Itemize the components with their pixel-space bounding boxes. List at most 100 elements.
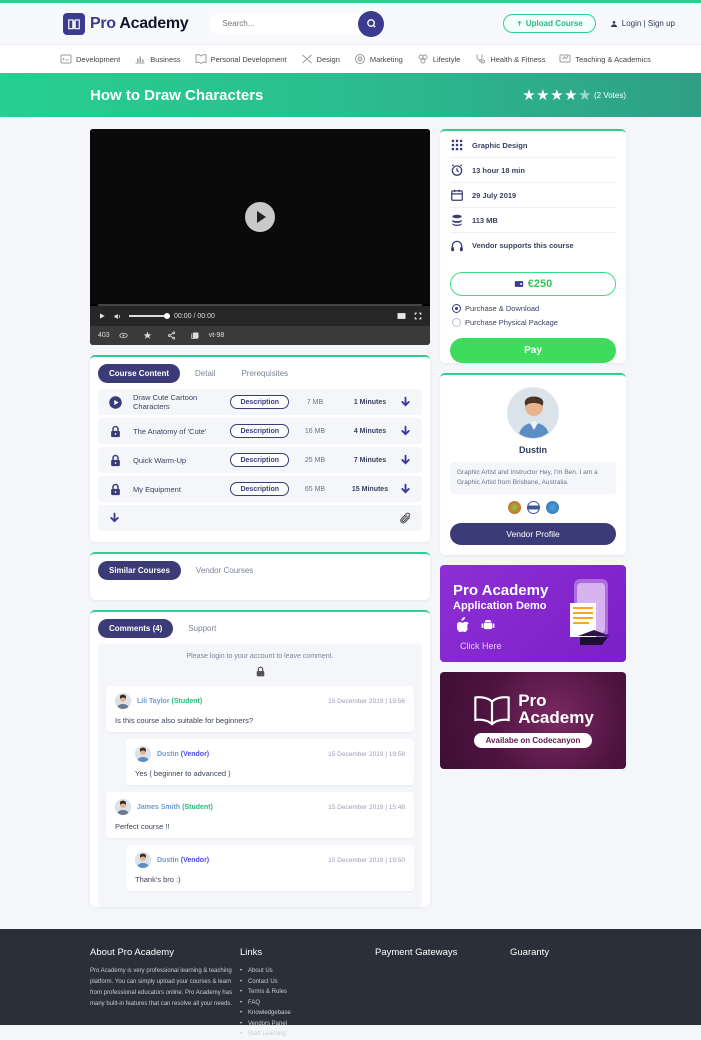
avatar	[135, 852, 151, 868]
tab-prerequisites[interactable]: Prerequisites	[230, 364, 299, 383]
radio-button[interactable]	[452, 318, 461, 327]
comment-author[interactable]: Dustin (Vendor)	[157, 751, 209, 758]
codecanyon-banner[interactable]: Pro Academy Availabe on Codecanyon	[440, 672, 626, 770]
footer-heading: Guaranty	[510, 947, 550, 958]
nav-item-lifestyle[interactable]: Lifestyle	[417, 53, 460, 65]
download-arrow-icon[interactable]	[108, 512, 121, 525]
table-row[interactable]: Quick Warm-Up Description 25 MB 7 Minute…	[98, 447, 422, 473]
course-info-card: Graphic Design 13 hour 18 min 29 July 20…	[440, 129, 626, 363]
nav-item-label: Business	[150, 54, 181, 64]
vendor-profile-button[interactable]: Vendor Profile	[450, 523, 616, 546]
course-title-bar: How to Draw Characters ★★★★★ (2 Votes)	[0, 73, 701, 117]
search-input[interactable]	[210, 12, 381, 35]
wallet-icon	[514, 281, 523, 287]
globe-icon[interactable]	[545, 501, 559, 515]
video-player[interactable]: 00:00 / 00:00 403 vt-98	[90, 129, 430, 345]
tab-label: Prerequisites	[241, 369, 289, 378]
app-demo-banner[interactable]: Pro Academy Application Demo Click Here	[440, 565, 626, 663]
footer-heading: About Pro Academy	[90, 947, 174, 958]
comment-author[interactable]: Dustin (Vendor)	[157, 857, 209, 864]
footer-link[interactable]: Knowledgebase	[240, 1008, 375, 1019]
footer-link[interactable]: Contact Us	[240, 977, 375, 988]
nav-item-marketing[interactable]: Marketing	[354, 53, 403, 65]
bar-chart-icon	[135, 56, 145, 64]
nav-item-design[interactable]: Design	[301, 53, 340, 65]
favorite-star-icon[interactable]	[143, 331, 152, 340]
footer-links: About UsContact UsTerms & RulesFAQKnowle…	[240, 966, 375, 1040]
app-demo-cta: Click Here	[460, 641, 502, 652]
footer-link[interactable]: About Us	[240, 966, 375, 977]
pay-button[interactable]: Pay	[450, 338, 616, 363]
play-button-large[interactable]	[245, 201, 275, 232]
price-box: €250	[450, 272, 616, 296]
paperclip-icon[interactable]	[399, 512, 412, 525]
description-button[interactable]: Description	[230, 453, 289, 467]
download-arrow-icon[interactable]	[399, 396, 412, 409]
volume-icon[interactable]	[113, 312, 122, 321]
comment-author[interactable]: James Smith (Student)	[137, 804, 213, 811]
table-row[interactable]: My Equipment Description 65 MB 15 Minute…	[98, 476, 422, 502]
logo-academy: Academy	[119, 14, 189, 32]
download-arrow-icon[interactable]	[399, 454, 412, 467]
footer-link[interactable]: Start Learning	[240, 1029, 375, 1040]
nav-item-health-fitness[interactable]: Health & Fitness	[474, 53, 545, 65]
nav-item-business[interactable]: Business	[134, 53, 181, 65]
comment-author[interactable]: Lili Taylor (Student)	[137, 698, 202, 705]
lesson-size: 65 MB	[304, 485, 326, 493]
description-button[interactable]: Description	[230, 395, 289, 409]
similar-courses-card: Similar Courses Vendor Courses	[90, 552, 430, 600]
comment-date: 15 December 2019 | 19:56	[328, 697, 405, 705]
database-icon	[452, 214, 462, 226]
theater-mode-icon[interactable]	[397, 312, 406, 320]
play-circle-icon[interactable]	[108, 395, 123, 410]
info-label: 13 hour 18 min	[472, 165, 525, 175]
tab-course-content[interactable]: Course Content	[98, 364, 180, 383]
nav-item-label: Design	[316, 54, 340, 64]
comment-text: Is this course also suitable for beginne…	[115, 716, 253, 725]
list-item: Lili Taylor (Student) 15 December 2019 |…	[106, 686, 414, 732]
comment-role: (Vendor)	[180, 856, 210, 864]
purchase-option[interactable]: Purchase & Download	[452, 304, 614, 313]
logo-text: Pro Academy	[90, 14, 189, 33]
description-button[interactable]: Description	[230, 482, 289, 496]
table-row[interactable]: Draw Cute Cartoon Characters Description…	[98, 389, 422, 415]
footer-link[interactable]: Terms & Rules	[240, 987, 375, 998]
play-icon[interactable]	[98, 312, 106, 320]
info-label: Vendor supports this course	[472, 241, 574, 250]
nav-item-label: Teaching & Academics	[575, 54, 651, 64]
search-button[interactable]	[358, 10, 385, 37]
lock-icon	[111, 425, 120, 437]
site-logo[interactable]: Pro Academy	[63, 12, 189, 35]
tab-support[interactable]: Support	[177, 619, 227, 638]
dribbble-icon[interactable]	[507, 501, 521, 515]
tab-vendor-courses[interactable]: Vendor Courses	[185, 561, 264, 580]
nav-item-development[interactable]: Development	[60, 53, 120, 65]
description-button[interactable]: Description	[230, 424, 289, 438]
purchase-option[interactable]: Purchase Physical Package	[452, 318, 614, 327]
search-container	[210, 10, 385, 37]
course-content-card: Course Content Detail Prerequisites Draw C…	[90, 355, 430, 542]
login-signup-link[interactable]: Login | Sign up	[610, 19, 675, 28]
footer-link[interactable]: FAQ	[240, 998, 375, 1009]
documents-row[interactable]	[98, 505, 422, 531]
nav-item-personal-development[interactable]: Personal Development	[195, 53, 287, 65]
tab-similar-courses[interactable]: Similar Courses	[98, 561, 181, 580]
share-icon[interactable]	[167, 331, 176, 340]
vendor-name: Dustin	[519, 445, 547, 455]
download-arrow-icon[interactable]	[399, 483, 412, 496]
tab-detail[interactable]: Detail	[184, 364, 226, 383]
video-screen[interactable]	[90, 129, 430, 304]
nav-item-teaching-academics[interactable]: Teaching & Academics	[559, 53, 651, 65]
lesson-title: Draw Cute Cartoon Characters	[133, 393, 198, 411]
table-row[interactable]: The Anatomy of 'Cute' Description 16 MB …	[98, 418, 422, 444]
avatar	[115, 693, 131, 709]
info-row: Graphic Design	[450, 133, 616, 158]
behance-icon[interactable]	[526, 501, 540, 515]
lesson-size: 25 MB	[304, 456, 326, 464]
upload-course-button[interactable]: Upload Course	[502, 14, 596, 33]
volume-slider[interactable]	[129, 313, 170, 319]
tab-comments-4[interactable]: Comments (4)	[98, 619, 174, 638]
download-arrow-icon[interactable]	[399, 425, 412, 438]
fullscreen-icon[interactable]	[414, 312, 422, 320]
radio-button[interactable]	[452, 304, 461, 313]
